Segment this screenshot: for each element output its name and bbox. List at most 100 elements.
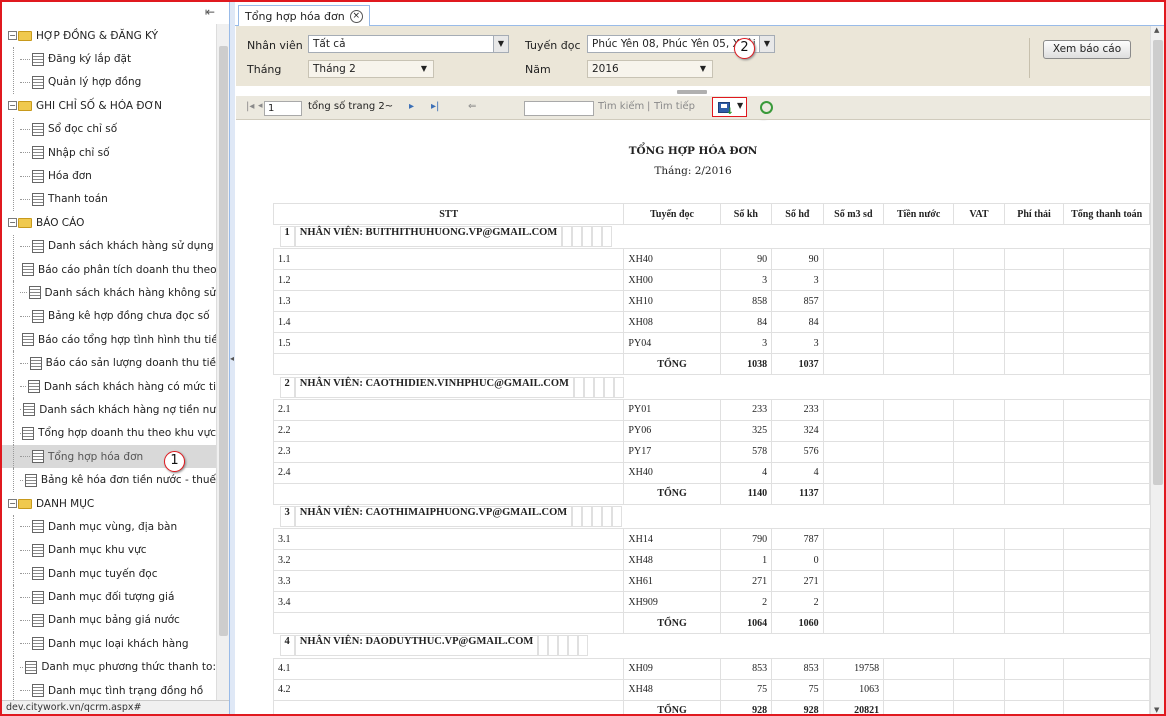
thang-select[interactable]: Tháng 2 ▼ — [308, 60, 434, 78]
scroll-up-icon[interactable]: ▲ — [1154, 26, 1159, 34]
cell-so-hd: 853 — [771, 657, 824, 680]
cell-so-m3 — [822, 482, 885, 505]
close-tab-icon[interactable]: × — [349, 9, 363, 23]
scroll-down-icon[interactable]: ▼ — [1154, 706, 1159, 714]
nav-group-3[interactable]: − DANH MỤC — [2, 492, 216, 515]
chevron-down-icon[interactable]: ▼ — [493, 36, 508, 52]
search-input[interactable] — [524, 101, 594, 116]
cell-so-kh: 1064 — [719, 612, 773, 635]
export-button[interactable]: ↓ ▼ — [712, 97, 747, 117]
nav-item[interactable]: Bảng kê hóa đơn tiền nước - thuế — [2, 468, 216, 492]
nav-item[interactable]: Danh sách khách hàng nợ tiền nư — [2, 398, 216, 422]
refresh-icon[interactable] — [760, 101, 773, 114]
next-page-icon[interactable]: ▸ — [409, 101, 414, 112]
page-input[interactable]: 1 — [264, 101, 302, 116]
nav-item[interactable]: Danh mục loại khách hàng — [2, 632, 216, 656]
tree-line — [20, 198, 30, 200]
cell-so-kh: 858 — [719, 290, 773, 313]
document-icon — [24, 473, 37, 487]
nav-item[interactable]: Danh sách khách hàng không sử — [2, 281, 216, 305]
tab-tong-hop-hoa-don[interactable]: Tổng hợp hóa đơn × — [238, 5, 370, 26]
last-page-icon[interactable]: ▸| — [431, 101, 439, 112]
cell-route: XH14 — [623, 528, 721, 551]
nav-item[interactable]: Danh mục khu vực — [2, 538, 216, 562]
document-icon — [28, 286, 41, 300]
nav-item[interactable]: Danh mục đối tượng giá — [2, 585, 216, 609]
cell-route: XH10 — [623, 290, 721, 313]
nav-item[interactable]: Danh sách khách hàng có mức ti — [2, 374, 216, 399]
sidebar-scrollbar[interactable] — [216, 24, 229, 700]
chevron-down-icon[interactable]: ▼ — [421, 61, 427, 77]
collapse-node-icon[interactable]: − — [8, 218, 17, 228]
collapse-sidebar-icon[interactable]: ⇤ — [203, 5, 217, 19]
collapse-node-icon[interactable]: − — [8, 101, 17, 111]
nav-item[interactable]: Danh mục tuyến đọc — [2, 561, 216, 586]
chevron-down-icon[interactable]: ▼ — [759, 36, 774, 52]
cell-so-hd: 787 — [771, 528, 824, 551]
nav-item-label: Danh mục bảng giá nước — [48, 614, 180, 627]
table-row: 1.3 XH10 858 857 — [272, 290, 1150, 313]
nav-item[interactable]: Thanh toán — [2, 187, 216, 212]
collapse-node-icon[interactable]: − — [8, 31, 17, 41]
collapse-filter-handle[interactable] — [677, 90, 707, 94]
cell-stt: 3.3 — [272, 570, 625, 593]
nav-item[interactable]: Danh mục vùng, địa bàn — [2, 515, 216, 539]
group-row: 1 Nhân viên: buithithuhuong.vp@gmail.com — [274, 225, 624, 248]
table-header-row: STT Tuyến đọc Số kh Số hđ Số m3 sd Tiền nước V… — [272, 203, 1150, 225]
cell-stt: 4.1 — [272, 657, 625, 680]
sidebar-scroll-thumb[interactable] — [219, 46, 228, 636]
cell-route: XH09 — [623, 657, 721, 680]
nav-group-1[interactable]: − GHI CHỈ SỐ & HÓA ĐƠN — [2, 94, 216, 117]
splitter[interactable]: ◂ — [230, 2, 235, 714]
nav-item[interactable]: Sổ đọc chỉ số — [2, 117, 216, 141]
back-icon[interactable]: ⇐ — [468, 101, 476, 112]
tree-line — [20, 128, 30, 130]
find-link[interactable]: Tìm kiếm — [598, 101, 644, 112]
table-row: 2.4 XH40 4 4 — [272, 461, 1150, 484]
nav-item[interactable]: Hóa đơn — [2, 164, 216, 188]
nav-item[interactable]: Báo cáo tổng hợp tình hình thu tiề — [2, 328, 216, 352]
nav-item-label: Đăng ký lắp đặt — [48, 53, 132, 66]
callout-1: 1 — [164, 451, 185, 472]
table-row: 1.4 XH08 84 84 — [272, 311, 1150, 334]
tree-line — [20, 479, 23, 481]
main-scrollbar[interactable]: ▲ ▼ — [1150, 26, 1164, 714]
cell-stt: 1.4 — [272, 311, 625, 334]
nav-group-2[interactable]: − BÁO CÁO — [2, 211, 216, 234]
cell-so-hd: 233 — [771, 398, 824, 421]
cell-stt: 2 — [279, 376, 295, 398]
tree-line — [20, 619, 30, 621]
nav-item[interactable]: Quản lý hợp đồng — [2, 70, 216, 95]
main-scroll-thumb[interactable] — [1153, 40, 1163, 485]
nam-select[interactable]: 2016 ▼ — [587, 60, 713, 78]
nav-item[interactable]: Danh mục phương thức thanh to: — [2, 655, 216, 679]
nhan-vien-select[interactable]: Tất cả ▼ — [308, 35, 509, 53]
nav-item-label: Danh sách khách hàng không sử — [44, 286, 216, 299]
nav-item[interactable]: Nhập chỉ số — [2, 140, 216, 165]
nav-item[interactable]: Danh sách khách hàng sử dụng — [2, 234, 216, 258]
cell-so-m3: 19758 — [822, 657, 885, 680]
nav-item[interactable]: Báo cáo phân tích doanh thu theo — [2, 257, 216, 282]
find-next-link[interactable]: Tìm tiếp — [654, 101, 695, 112]
nav-item[interactable]: Đăng ký lắp đặt — [2, 47, 216, 71]
prev-page-icon[interactable]: ◂ — [258, 101, 263, 111]
nav-item[interactable]: Bảng kê hợp đồng chưa đọc số — [2, 304, 216, 329]
collapse-node-icon[interactable]: − — [8, 499, 17, 508]
column-header: Số m3 sd — [822, 203, 885, 225]
dropdown-arrow-icon[interactable]: ▼ — [737, 101, 743, 110]
chevron-down-icon[interactable]: ▼ — [700, 61, 706, 77]
nav-item[interactable]: Tổng hợp doanh thu theo khu vực — [2, 421, 216, 446]
view-report-button[interactable]: Xem báo cáo — [1043, 40, 1131, 59]
first-page-icon[interactable]: |◂ — [246, 101, 254, 112]
tree-line — [20, 386, 26, 388]
column-header: Phí thải — [1003, 203, 1065, 225]
nav-item[interactable]: Danh mục tình trạng đồng hồ — [2, 678, 216, 703]
splitter-arrow-icon[interactable]: ◂ — [230, 354, 234, 363]
cell-so-kh: 2 — [719, 591, 773, 614]
cell-so-hd: 1060 — [771, 612, 824, 635]
nav-group-0[interactable]: − HỢP ĐỒNG & ĐĂNG KÝ — [2, 24, 216, 47]
cell-route: XH08 — [623, 311, 721, 334]
nav-item[interactable]: Danh mục bảng giá nước — [2, 608, 216, 633]
nav-item[interactable]: Báo cáo sản lượng doanh thu tiề — [2, 351, 216, 375]
nhan-vien-label: Nhân viên — [247, 39, 303, 52]
